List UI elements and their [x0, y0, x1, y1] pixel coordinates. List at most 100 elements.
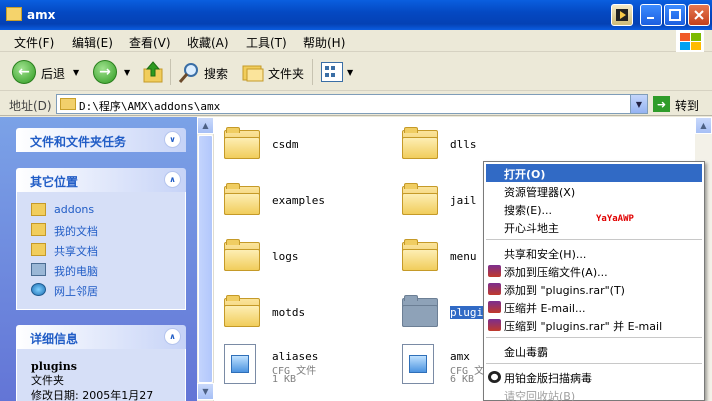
menu-item-open[interactable]: 打开(O)	[486, 164, 702, 182]
folder-name-csdm[interactable]: csdm	[272, 138, 299, 151]
minimize-button[interactable]	[640, 4, 662, 26]
folder-name-logs[interactable]: logs	[272, 250, 299, 263]
task-pane-scrollbar[interactable]: ▲ ▼	[197, 117, 214, 401]
toolbar-separator	[170, 59, 171, 85]
views-dropdown-icon[interactable]: ▼	[347, 68, 353, 77]
go-button-label[interactable]: 转到	[675, 97, 699, 114]
cfg-file-icon[interactable]	[224, 344, 256, 384]
folder-name-motds[interactable]: motds	[272, 306, 305, 319]
address-input[interactable]: D:\程序\AMX\addons\amx ▼	[56, 94, 648, 114]
back-button-label[interactable]: 后退	[41, 65, 65, 82]
folder-icon[interactable]	[402, 295, 438, 327]
details-type: 文件夹	[31, 374, 64, 387]
folder-icon[interactable]	[402, 183, 438, 215]
folder-icon[interactable]	[224, 295, 260, 327]
details-panel: plugins 文件夹 修改日期: 2005年1月27	[16, 349, 186, 401]
address-path[interactable]: D:\程序\AMX\addons\amx	[79, 98, 220, 114]
folder-icon[interactable]	[402, 239, 438, 271]
folder-icon[interactable]	[224, 183, 260, 215]
address-dropdown-icon[interactable]: ▼	[630, 95, 647, 113]
computer-icon	[31, 263, 46, 276]
file-tasks-header[interactable]: 文件和文件夹任务 ∨	[16, 128, 186, 152]
scroll-down-icon[interactable]: ▼	[197, 383, 214, 400]
winrar-icon	[488, 319, 501, 331]
search-icon[interactable]	[177, 61, 201, 85]
up-folder-icon[interactable]	[142, 60, 164, 84]
folder-name-plugins[interactable]: plugins	[450, 306, 484, 319]
menu-item-virus-scan[interactable]: 用铂金版扫描病毒	[486, 368, 702, 386]
toolbar: ← 后退 ▼ → ▼ 搜索 文件夹 ▼	[0, 53, 712, 91]
menu-view[interactable]: 查看(V)	[129, 34, 171, 51]
watermark-text: YaYaAWP	[596, 214, 634, 224]
file-size: 1 KB	[272, 374, 297, 385]
back-arrow-icon[interactable]: ←	[12, 60, 36, 84]
window-title: amx	[27, 8, 56, 22]
menu-item-compress-plugins-email[interactable]: 压缩到 "plugins.rar" 并 E-mail	[486, 316, 702, 334]
windows-logo-icon	[676, 30, 704, 52]
cfg-file-icon[interactable]	[402, 344, 434, 384]
details-header[interactable]: 详细信息 ∧	[16, 325, 186, 349]
details-title: 详细信息	[30, 332, 79, 346]
winrar-icon	[488, 265, 501, 277]
views-icon[interactable]	[321, 62, 343, 82]
other-places-title: 其它位置	[30, 175, 79, 189]
menu-file[interactable]: 文件(F)	[14, 34, 54, 51]
scroll-up-icon[interactable]: ▲	[197, 117, 214, 134]
menu-bar: 文件(F) 编辑(E) 查看(V) 收藏(A) 工具(T) 帮助(H)	[0, 30, 712, 52]
title-bar[interactable]: amx	[0, 0, 712, 30]
menu-item-add-archive[interactable]: 添加到压缩文件(A)...	[486, 262, 702, 280]
folder-icon[interactable]	[224, 239, 260, 271]
collapse-chevron-icon[interactable]: ∧	[164, 328, 181, 345]
folder-name-dlls[interactable]: dlls	[450, 138, 477, 151]
folder-name-jail[interactable]: jail	[450, 194, 477, 207]
folders-button-label[interactable]: 文件夹	[268, 65, 304, 82]
other-places-panel: addons 我的文档 共享文档 我的电脑 网上邻居	[16, 192, 186, 310]
details-modified: 修改日期: 2005年1月27	[31, 389, 154, 401]
menu-item-explorer[interactable]: 资源管理器(X)	[486, 182, 702, 200]
folder-icon	[60, 98, 76, 110]
menu-tools[interactable]: 工具(T)	[246, 34, 287, 51]
shared-folder-icon	[31, 243, 46, 256]
file-size: 6 KB	[450, 374, 475, 385]
menu-item-kingsoft[interactable]: 金山毒霸	[486, 342, 702, 360]
other-places-header[interactable]: 其它位置 ∧	[16, 168, 186, 192]
menu-item-add-plugins-rar[interactable]: 添加到 "plugins.rar"(T)	[486, 280, 702, 298]
folder-icon	[6, 7, 22, 21]
back-dropdown-icon[interactable]: ▼	[73, 68, 79, 77]
collapse-chevron-icon[interactable]: ∧	[164, 171, 181, 188]
menu-edit[interactable]: 编辑(E)	[72, 34, 113, 51]
toolbar-separator	[312, 59, 313, 85]
menu-item-search[interactable]: 搜索(E)...	[486, 200, 702, 218]
address-label: 地址(D)	[9, 99, 52, 113]
menu-help[interactable]: 帮助(H)	[303, 34, 345, 51]
folders-icon[interactable]	[241, 61, 265, 83]
menu-item-empty-recycle[interactable]: 请空回收站(B)	[486, 386, 702, 401]
address-bar: 地址(D) D:\程序\AMX\addons\amx ▼ ➜ 转到	[0, 92, 712, 116]
menu-separator	[486, 239, 702, 240]
scroll-thumb[interactable]	[198, 135, 213, 383]
menu-separator	[486, 363, 702, 364]
scroll-up-icon[interactable]: ▲	[695, 117, 712, 134]
menu-item-compress-email[interactable]: 压缩并 E-mail...	[486, 298, 702, 316]
go-arrow-icon[interactable]: ➜	[653, 96, 670, 112]
winrar-icon	[488, 301, 501, 313]
media-icon[interactable]	[611, 4, 633, 26]
folder-name-examples[interactable]: examples	[272, 194, 325, 207]
forward-arrow-icon[interactable]: →	[93, 60, 117, 84]
folder-name-menu[interactable]: menu	[450, 250, 477, 263]
search-button-label[interactable]: 搜索	[204, 65, 228, 82]
menu-favorites[interactable]: 收藏(A)	[187, 34, 229, 51]
close-button[interactable]	[688, 4, 710, 26]
folder-icon[interactable]	[224, 127, 260, 159]
winrar-icon	[488, 283, 501, 295]
context-menu: 打开(O) 资源管理器(X) 搜索(E)... 开心斗地主 共享和安全(H)..…	[483, 161, 705, 401]
menu-item-sharing[interactable]: 共享和安全(H)...	[486, 244, 702, 262]
network-globe-icon	[31, 283, 46, 296]
file-tasks-title: 文件和文件夹任务	[30, 135, 127, 149]
menu-item-game[interactable]: 开心斗地主	[486, 218, 702, 236]
maximize-button[interactable]	[664, 4, 686, 26]
explorer-window: amx 文件(F) 编辑(E) 查看(V) 收藏(A) 工具(T) 帮助(H) …	[0, 0, 712, 401]
expand-chevron-icon[interactable]: ∨	[164, 131, 181, 148]
forward-dropdown-icon[interactable]: ▼	[124, 68, 130, 77]
folder-icon[interactable]	[402, 127, 438, 159]
